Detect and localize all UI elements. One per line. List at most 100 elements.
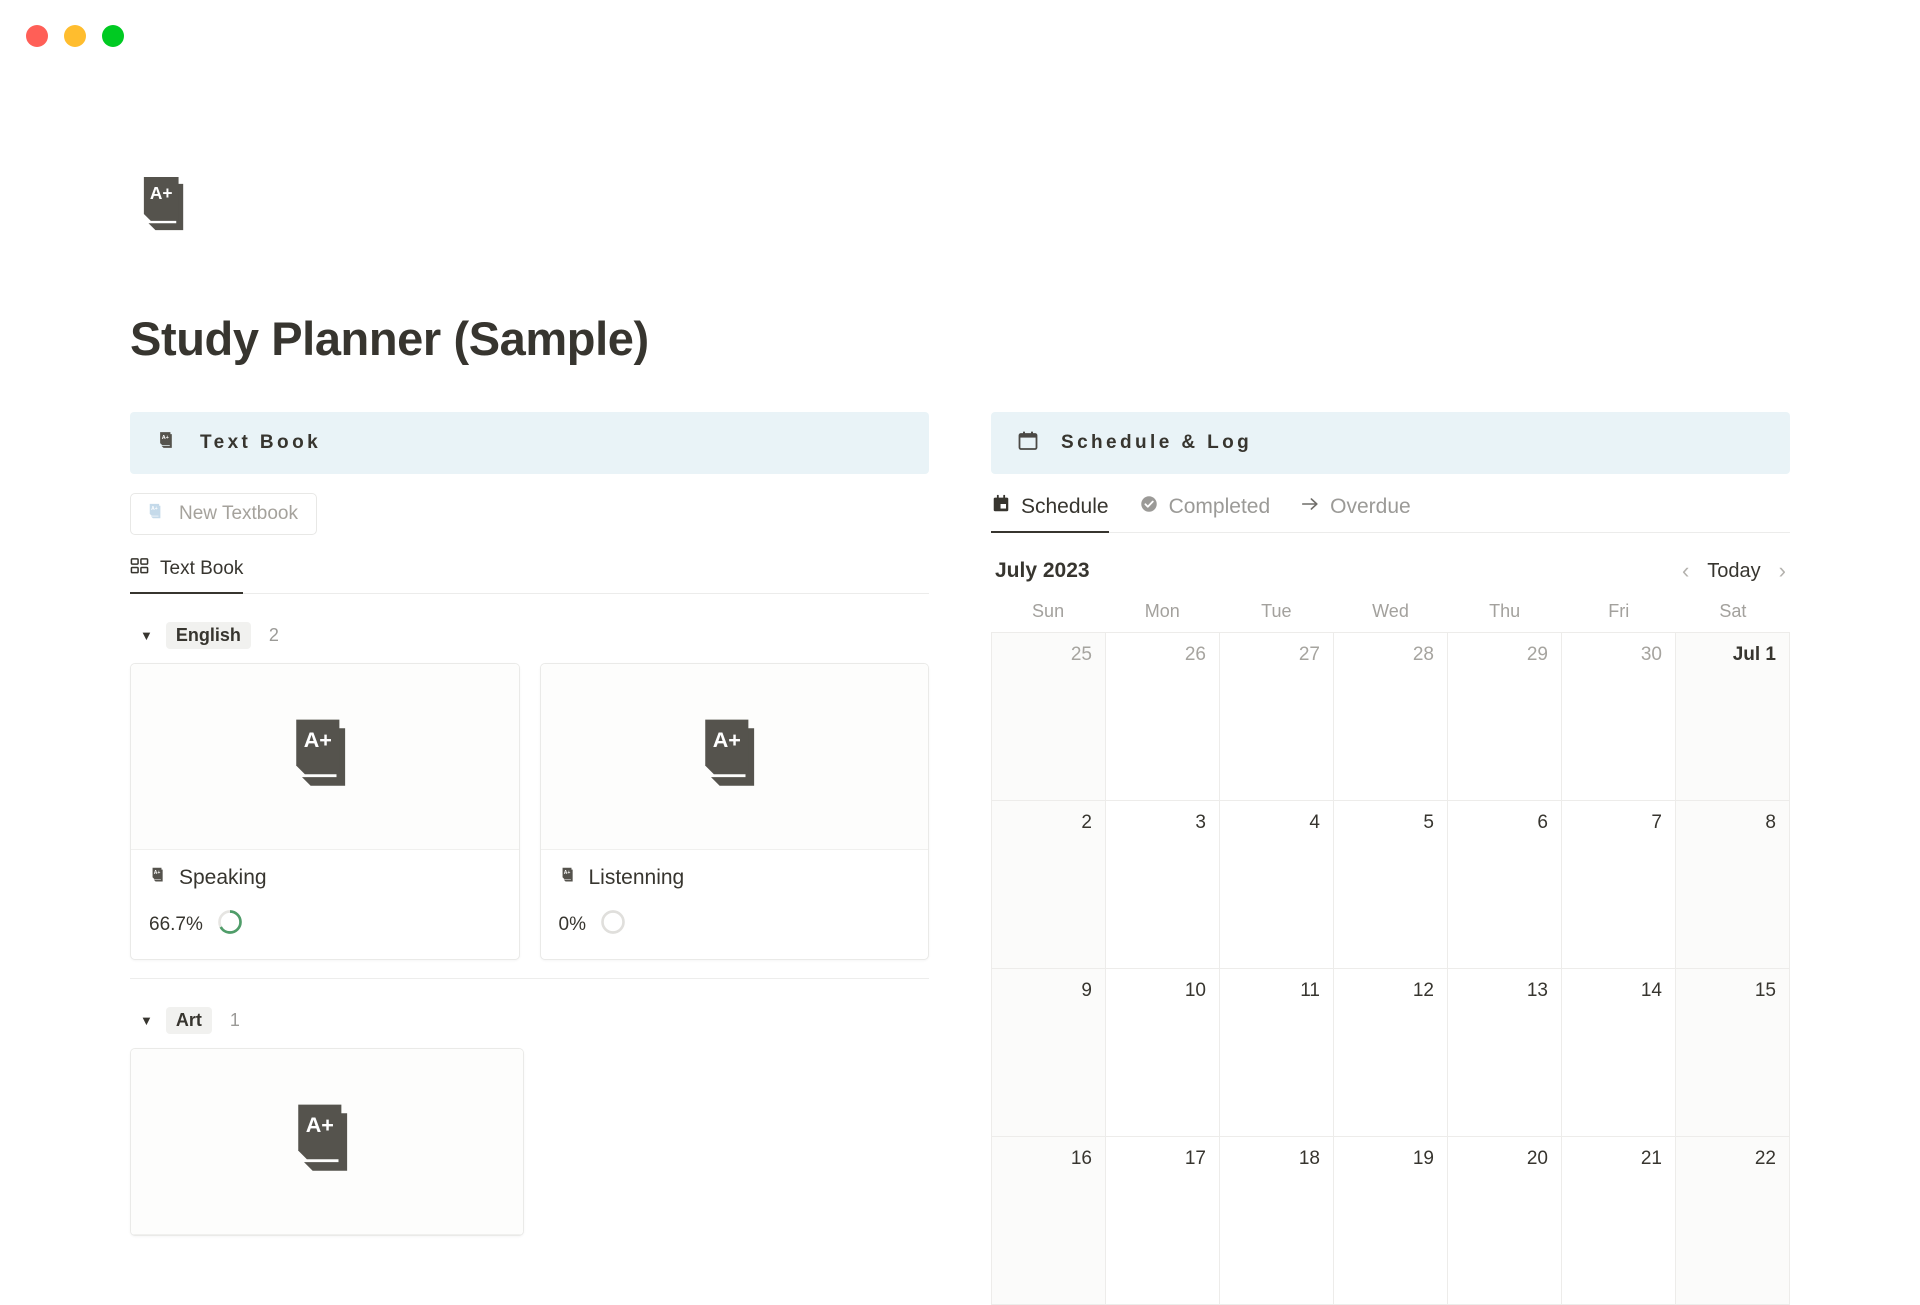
calendar-header: July 2023 ‹ Today › [991,533,1790,601]
group-english: ▼ English 2 A+ A+ Speaking 66.7% A+ A+ L… [130,622,929,980]
textbook-card-list: A+ [130,1048,929,1237]
tab-overdue[interactable]: Overdue [1300,494,1411,533]
calendar-day-cell[interactable]: 22 [1676,1137,1790,1305]
textbook-a-plus-icon: A+ [149,866,168,890]
window-titlebar [0,0,1920,72]
tab-completed[interactable]: Completed [1139,494,1271,533]
calendar-day-cell[interactable]: 29 [1448,633,1562,802]
tab-schedule[interactable]: Schedule [991,494,1109,534]
calendar-day-cell[interactable]: 5 [1334,801,1448,970]
day-number: 6 [1537,812,1548,834]
day-number: 3 [1195,812,1206,834]
textbook-a-plus-icon[interactable]: A+ [130,170,204,244]
svg-text:A+: A+ [154,870,161,876]
today-button[interactable]: Today [1707,560,1760,583]
textbook-card[interactable]: A+ A+ [130,663,520,961]
tab-text-book[interactable]: Text Book [130,557,244,595]
calendar-day-cell[interactable]: 11 [1220,969,1334,1138]
calendar-icon [1017,430,1039,457]
tab-text-book-label: Text Book [160,558,244,580]
calendar-day-cell[interactable]: 25 [992,633,1106,802]
calendar-day-cell[interactable]: 7 [1562,801,1676,970]
calendar-grid: 25 26 27 28 29 30 Jul 1 2 3 4 5 6 7 8 9 … [991,632,1790,1305]
day-number: 27 [1298,644,1320,666]
calendar-day-cell[interactable]: 20 [1448,1137,1562,1305]
calendar-day-cell[interactable]: 14 [1562,969,1676,1138]
calendar-day-cell[interactable]: 17 [1106,1137,1220,1305]
schedule-column: Schedule & Log Schedule Completed Overdu… [991,412,1790,1305]
calendar-week-row: 16 17 18 19 20 21 22 [992,1137,1790,1305]
page-content: A+ Study Planner (Sample) A+ Text Book A… [0,72,1920,1305]
textbook-column: A+ Text Book A+ New Textbook Text Book ▼… [130,412,929,1237]
page-title: Study Planner (Sample) [130,312,649,365]
calendar-day-cell[interactable]: 30 [1562,633,1676,802]
calendar-day-cell[interactable]: Jul 1 [1676,633,1790,802]
maximize-button[interactable] [102,25,124,47]
tab-completed-label: Completed [1168,494,1271,518]
card-title: Listenning [588,866,685,890]
calendar-day-cell[interactable]: 4 [1220,801,1334,970]
day-name: Fri [1608,601,1630,622]
svg-text:A+: A+ [162,434,169,440]
day-number: 28 [1412,644,1434,666]
calendar-day-cell[interactable]: 12 [1334,969,1448,1138]
day-number: 18 [1298,1148,1320,1170]
day-number: 16 [1070,1148,1092,1170]
textbook-section-label: Text Book [200,432,322,454]
card-thumbnail: A+ [540,664,928,851]
prev-month-button[interactable]: ‹ [1682,560,1689,582]
textbook-card[interactable]: A+ A+ [539,663,929,961]
day-number: 10 [1184,980,1206,1002]
svg-text:A+: A+ [150,183,173,203]
schedule-view-tabs: Schedule Completed Overdue [991,494,1790,534]
day-number: 14 [1640,980,1662,1002]
card-progress-label: 66.7% [149,913,203,935]
group-header[interactable]: ▼ English 2 [130,622,929,650]
day-number: 26 [1184,644,1206,666]
day-number: 8 [1765,812,1776,834]
check-circle-icon [1139,494,1159,519]
arrow-right-icon [1300,494,1320,519]
group-name-chip: English [165,622,251,650]
calendar-day-cell[interactable]: 16 [992,1137,1106,1305]
progress-ring [599,908,627,941]
calendar-day-cell[interactable]: 8 [1676,801,1790,970]
textbook-a-plus-icon: A+ [156,430,178,457]
day-number: 12 [1412,980,1434,1002]
minimize-button[interactable] [64,25,86,47]
calendar-day-cell[interactable]: 10 [1106,969,1220,1138]
calendar-day-cell[interactable]: 13 [1448,969,1562,1138]
textbook-card[interactable]: A+ [130,1048,524,1237]
gallery-grid-icon [130,557,149,581]
chevron-down-icon[interactable]: ▼ [140,629,153,642]
calendar-day-cell[interactable]: 2 [992,801,1106,970]
calendar-day-cell[interactable]: 6 [1448,801,1562,970]
calendar-day-cell[interactable]: 26 [1106,633,1220,802]
chevron-down-icon[interactable]: ▼ [140,1014,153,1027]
day-number: 15 [1754,980,1776,1002]
schedule-section-callout: Schedule & Log [991,412,1790,475]
svg-text:A+: A+ [713,726,741,751]
close-button[interactable] [26,25,48,47]
group-header[interactable]: ▼ Art 1 [130,1007,929,1035]
textbook-a-plus-icon: A+ [559,866,578,890]
calendar-day-cell[interactable]: 27 [1220,633,1334,802]
calendar-day-names: Sun Mon Tue Wed Thu Fri Sat [991,601,1790,632]
new-textbook-button[interactable]: A+ New Textbook [130,493,317,536]
svg-text:A+: A+ [303,726,331,751]
calendar-day-cell[interactable]: 3 [1106,801,1220,970]
calendar-month-label: July 2023 [995,559,1090,583]
calendar-day-cell[interactable]: 15 [1676,969,1790,1138]
calendar-day-cell[interactable]: 18 [1220,1137,1334,1305]
calendar-day-cell[interactable]: 19 [1334,1137,1448,1305]
card-title: Speaking [179,866,267,890]
schedule-section-label: Schedule & Log [1061,432,1253,454]
calendar-week-row: 9 10 11 12 13 14 15 [992,969,1790,1138]
card-thumbnail: A+ [131,1049,523,1236]
calendar-day-cell[interactable]: 9 [992,969,1106,1138]
calendar-day-cell[interactable]: 21 [1562,1137,1676,1305]
calendar-day-cell[interactable]: 28 [1334,633,1448,802]
textbook-a-plus-icon: A+ [146,502,166,527]
group-name-chip: Art [165,1007,212,1035]
next-month-button[interactable]: › [1779,560,1786,582]
